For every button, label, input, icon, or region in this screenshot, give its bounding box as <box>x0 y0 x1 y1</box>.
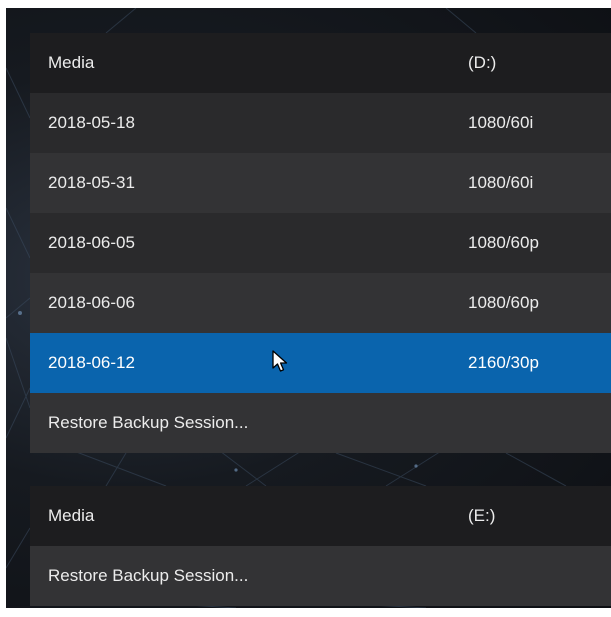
session-row[interactable]: 2018-06-06 1080/60p <box>30 273 611 333</box>
restore-backup-label: Restore Backup Session... <box>48 566 249 585</box>
session-date: 2018-06-05 <box>48 233 135 252</box>
session-row[interactable]: 2018-05-31 1080/60i <box>30 153 611 213</box>
drive-e-header: Media (E:) <box>30 486 611 546</box>
restore-backup-session-button[interactable]: Restore Backup Session... <box>30 393 611 453</box>
drive-e-media-label: Media <box>48 506 95 525</box>
session-format: 1080/60p <box>468 233 539 252</box>
session-date: 2018-05-31 <box>48 173 135 192</box>
session-date: 2018-05-18 <box>48 113 135 132</box>
session-format: 1080/60i <box>468 173 534 192</box>
drive-e-letter: (E:) <box>468 506 496 525</box>
mouse-pointer-icon <box>272 350 288 372</box>
drive-d-letter: (D:) <box>468 53 497 72</box>
session-row-selected[interactable]: 2018-06-12 2160/30p <box>30 333 611 393</box>
drive-d-header: Media (D:) <box>30 33 611 93</box>
session-format: 1080/60i <box>468 113 534 132</box>
restore-backup-label: Restore Backup Session... <box>48 413 249 432</box>
session-date: 2018-06-06 <box>48 293 135 312</box>
session-row[interactable]: 2018-05-18 1080/60i <box>30 93 611 153</box>
restore-backup-session-button[interactable]: Restore Backup Session... <box>30 546 611 606</box>
media-drive-e-panel: Media (E:) Restore Backup Session... <box>30 486 611 606</box>
drive-d-media-label: Media <box>48 53 95 72</box>
session-row[interactable]: 2018-06-05 1080/60p <box>30 213 611 273</box>
session-format: 1080/60p <box>468 293 539 312</box>
session-format: 2160/30p <box>468 353 539 372</box>
session-date: 2018-06-12 <box>48 353 135 372</box>
media-drive-d-panel: Media (D:) 2018-05-18 1080/60i 2018-05-3… <box>30 33 611 453</box>
session-browser: Media (D:) 2018-05-18 1080/60i 2018-05-3… <box>6 8 611 608</box>
